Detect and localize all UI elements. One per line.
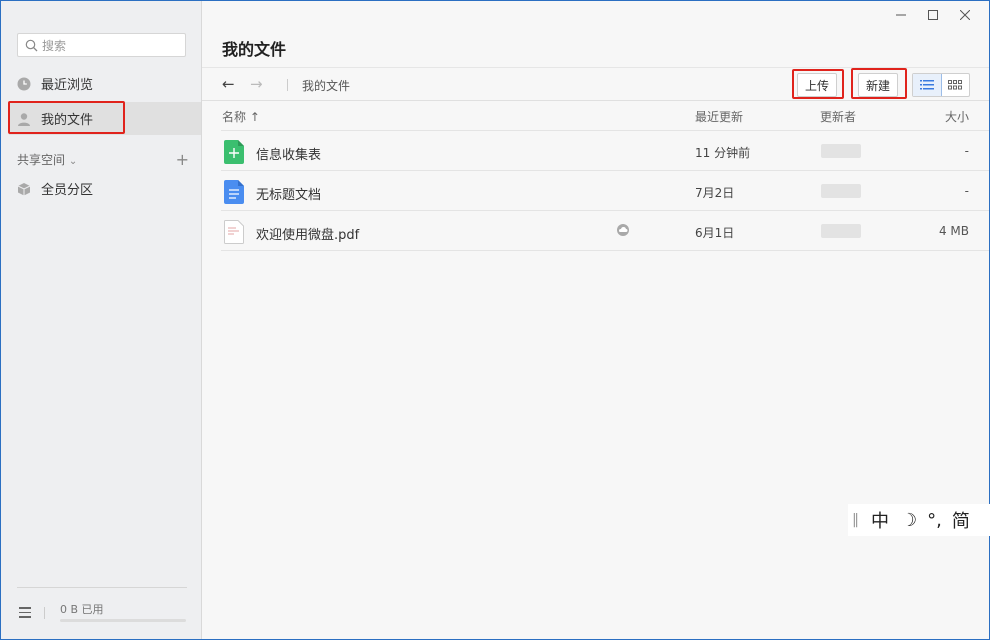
file-updater-avatar [821,184,861,198]
sidebar-item-everyone[interactable]: 全员分区 [9,172,201,205]
divider [287,79,288,91]
highlight-new [851,68,907,99]
search-placeholder: 搜索 [42,38,67,53]
file-updated: 11 分钟前 [695,146,751,160]
file-size: 4 MB [938,224,969,238]
shared-space-header[interactable]: 共享空间 ⌄ + [17,149,189,169]
file-name: 无标题文档 [256,188,322,203]
add-space-icon[interactable]: + [176,150,189,169]
file-updater-avatar [821,144,861,158]
table-row[interactable]: 无标题文档 7月2日 - [221,171,989,211]
ime-status-bar: ‖ 中 ☽ °, 简 [848,504,990,536]
highlight-upload [792,69,844,99]
file-name: 信息收集表 [256,148,322,163]
ime-drag-handle[interactable]: ‖ [852,512,859,528]
list-view-icon[interactable] [913,74,942,96]
grid-view-icon[interactable] [942,74,970,96]
file-size: - [964,144,969,158]
ime-lang-toggle[interactable]: 中 [871,507,889,533]
sidebar-item-label: 全员分区 [41,183,94,198]
cube-icon [17,182,31,196]
page-title: 我的文件 [222,40,287,59]
breadcrumb[interactable]: 我的文件 [302,77,350,94]
shared-space-label: 共享空间 [17,152,66,167]
menu-icon[interactable] [19,607,31,621]
column-header-updater[interactable]: 更新者 [820,108,856,125]
sidebar-footer: 0 B 已用 [17,587,187,627]
moon-icon[interactable]: ☽ [901,510,917,531]
clock-icon [17,77,31,91]
table-header: 名称 ↑ 最近更新 更新者 大小 [202,102,989,130]
maximize-icon[interactable] [917,6,949,24]
table-row[interactable]: 信息收集表 11 分钟前 - [221,131,989,171]
sidebar-item-label: 最近浏览 [41,78,94,93]
view-toggle [912,73,970,97]
sheet-icon [224,140,244,164]
search-input[interactable]: 搜索 [17,33,186,57]
file-size: - [964,184,969,198]
doc-icon [224,180,244,204]
cloud-icon [616,224,630,240]
back-arrow-icon[interactable]: ← [222,75,235,93]
forward-arrow-icon[interactable]: → [250,75,263,93]
toolbar: ← → 我的文件 上传 新建 [202,67,989,101]
minimize-icon[interactable] [885,6,917,24]
column-header-name[interactable]: 名称 ↑ [222,108,260,125]
storage-usage: 0 B 已用 [60,603,104,616]
storage-usage-bar [60,619,186,622]
highlight-my-files [8,101,125,134]
ime-mode-toggle[interactable]: 简 [952,507,970,533]
divider [44,607,45,619]
column-header-updated[interactable]: 最近更新 [695,108,743,125]
close-icon[interactable] [949,6,981,24]
file-updated: 7月2日 [695,186,735,200]
chevron-down-icon: ⌄ [68,155,78,167]
ime-punct-toggle[interactable]: °, [927,510,942,531]
file-updated: 6月1日 [695,226,735,240]
table-row[interactable]: 欢迎使用微盘.pdf 6月1日 4 MB [221,211,989,251]
sidebar: 搜索 最近浏览 我的文件 共享空间 ⌄ + 全员分区 0 B 已用 [1,1,202,639]
file-name: 欢迎使用微盘.pdf [256,228,360,243]
column-header-size[interactable]: 大小 [945,108,969,125]
window-controls [885,6,981,24]
file-updater-avatar [821,224,861,238]
search-icon [25,39,38,51]
pdf-icon [224,220,244,244]
sidebar-item-recent[interactable]: 最近浏览 [9,67,201,100]
